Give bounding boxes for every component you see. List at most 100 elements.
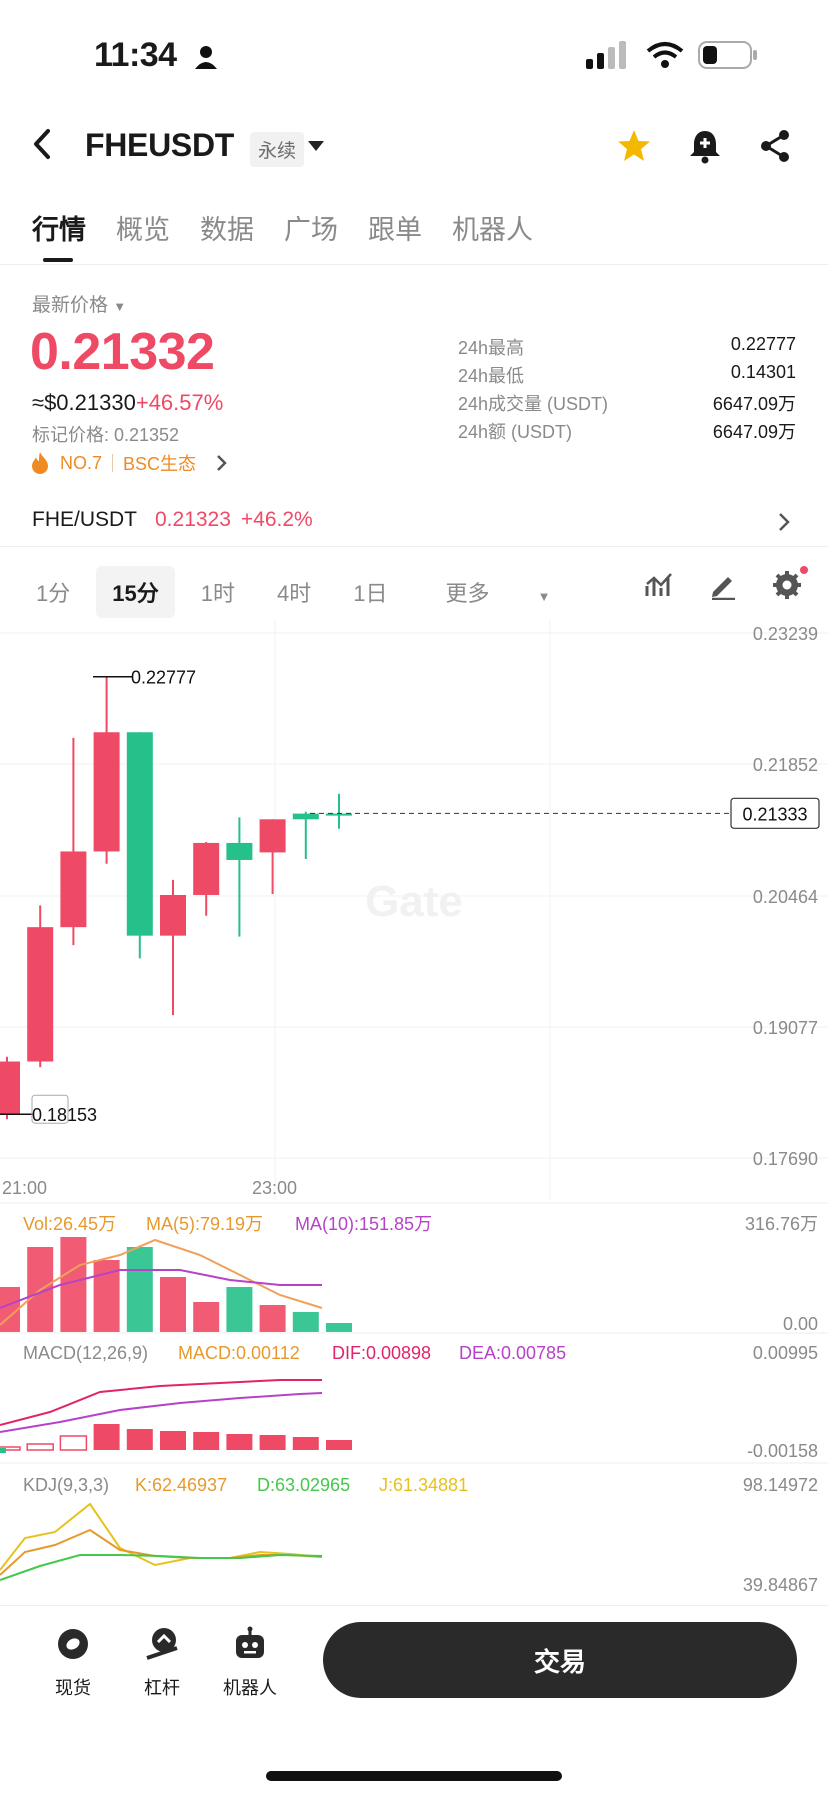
stats-panel: 24h最高 0.22777 24h最低 0.14301 24h成交量 (USDT) 6… <box>458 334 796 446</box>
chevron-down-icon[interactable] <box>308 141 324 151</box>
candle-body <box>60 851 87 928</box>
stat-row: 24h额 (USDT) 6647.09万 <box>458 418 796 446</box>
nav-spot[interactable]: 现货 <box>33 1622 113 1700</box>
macd-histogram-bar <box>226 1434 253 1450</box>
kdj-max-label: 98.14972 <box>743 1475 818 1495</box>
usd-price-line: ≈$0.21330+46.57% <box>32 390 223 416</box>
spot-price: 0.21323 <box>155 508 231 531</box>
macd-dif-label: DIF:0.00898 <box>332 1343 431 1363</box>
star-icon[interactable] <box>616 128 652 169</box>
candle-body <box>0 1061 20 1115</box>
last-price: 0.21332 <box>30 323 215 381</box>
tab-copytrade[interactable]: 跟单 <box>368 208 422 247</box>
volume-ma10-label: MA(10):151.85万 <box>295 1214 432 1234</box>
y-tick-label: 0.23239 <box>753 624 818 644</box>
macd-dea-label: DEA:0.00785 <box>459 1343 566 1363</box>
candle-body <box>93 732 120 852</box>
chart-tools <box>644 566 808 605</box>
robot-icon <box>236 1626 264 1658</box>
rank-tag: NO.7 <box>60 452 103 473</box>
indicator-icon[interactable] <box>644 570 674 600</box>
volume-bar <box>226 1287 253 1332</box>
main-tabs: 行情 概览 数据 广场 跟单 机器人 <box>32 208 533 262</box>
mark-price: 标记价格: 0.21352 <box>32 425 180 445</box>
candle-body <box>226 842 253 860</box>
notification-dot <box>800 566 808 574</box>
volume-min-label: 0.00 <box>783 1314 818 1334</box>
chevron-right-icon[interactable] <box>776 512 792 537</box>
kdj-j-line <box>0 1502 323 1571</box>
settings-button[interactable] <box>772 566 808 605</box>
divider <box>112 454 114 472</box>
volume-bar <box>193 1302 220 1332</box>
eco-tag: BSC生态 <box>123 454 197 474</box>
tab-market[interactable]: 行情 <box>32 208 86 262</box>
interval-15m[interactable]: 15分 <box>96 566 175 618</box>
volume-bar <box>292 1312 319 1332</box>
macd-histogram-bar <box>0 1448 6 1453</box>
current-price-value: 0.21333 <box>742 804 807 824</box>
spot-change: +46.2% <box>240 508 313 531</box>
interval-more[interactable]: 更多 ▼ <box>413 566 592 618</box>
y-tick-label: 0.21852 <box>753 755 818 775</box>
volume-bar <box>326 1323 352 1332</box>
nav-bot[interactable]: 机器人 <box>210 1622 290 1700</box>
stat-value: 6647.09万 <box>712 394 796 414</box>
trade-button[interactable]: 交易 <box>323 1622 797 1698</box>
tab-data[interactable]: 数据 <box>200 208 254 247</box>
interval-1h[interactable]: 1时 <box>185 566 251 618</box>
macd-histogram-bar <box>126 1429 153 1450</box>
stat-value: 0.22777 <box>730 334 796 354</box>
interval-1m[interactable]: 1分 <box>20 566 86 618</box>
macd-min-label: -0.00158 <box>747 1441 818 1461</box>
status-icons <box>586 40 758 70</box>
share-icon[interactable] <box>758 128 792 169</box>
wifi-icon <box>646 42 684 68</box>
stat-label: 24h最高 <box>458 338 525 358</box>
spot-pair-row[interactable]: FHE/USDT 0.21323 +46.2% <box>32 508 313 532</box>
fire-icon <box>32 452 48 474</box>
stat-row: 24h最高 0.22777 <box>458 334 796 362</box>
volume-bar <box>160 1277 186 1332</box>
volume-bar <box>259 1305 286 1332</box>
tab-overview[interactable]: 概览 <box>116 208 170 247</box>
alert-bell-icon[interactable] <box>688 128 722 169</box>
latest-price-dropdown[interactable]: 最新价格 ▼ <box>32 290 126 317</box>
home-indicator[interactable] <box>266 1771 562 1781</box>
stat-label: 24h最低 <box>458 366 525 386</box>
macd-value-label: MACD:0.00112 <box>178 1343 300 1363</box>
person-icon <box>193 44 219 75</box>
pair-title[interactable]: FHEUSDT <box>85 127 234 164</box>
y-tick-label: 0.20464 <box>753 887 818 907</box>
stat-label: 24h成交量 (USDT) <box>458 394 609 414</box>
cellular-icon <box>586 41 626 69</box>
interval-bar: 1分 15分 1时 4时 1日 更多 ▼ <box>20 566 603 618</box>
candle-body <box>259 819 286 853</box>
kdj-k-label: K:62.46937 <box>135 1475 227 1495</box>
leverage-icon <box>146 1628 178 1660</box>
y-tick-label: 0.19077 <box>753 1018 818 1038</box>
interval-1d[interactable]: 1日 <box>337 566 403 618</box>
tab-bot[interactable]: 机器人 <box>452 208 533 247</box>
coin-icon <box>58 1629 88 1659</box>
volume-bar <box>126 1247 153 1332</box>
tab-square[interactable]: 广场 <box>284 208 338 247</box>
kdj-j-label: J:61.34881 <box>379 1475 468 1495</box>
macd-histogram-bar <box>26 1443 54 1451</box>
stat-row: 24h成交量 (USDT) 6647.09万 <box>458 390 796 418</box>
interval-4h[interactable]: 4时 <box>261 566 327 618</box>
draw-pen-icon[interactable] <box>708 570 738 600</box>
candle-body <box>27 927 54 1062</box>
y-tick-label: 0.17690 <box>753 1149 818 1169</box>
status-time: 11:34 <box>94 36 177 74</box>
battery-icon <box>698 41 757 69</box>
back-button[interactable] <box>26 126 62 162</box>
nav-lever[interactable]: 杠杆 <box>122 1622 202 1700</box>
price-change: +46.57% <box>135 390 224 415</box>
tag-line[interactable]: NO.7 BSC生态 <box>30 450 230 476</box>
stat-row: 24h最低 0.14301 <box>458 362 796 390</box>
candlestick-chart[interactable]: Gate 0.23239 0.21852 0.20464 0.19077 0.17690 0… <box>0 620 828 1620</box>
macd-histogram-bar <box>160 1431 186 1450</box>
candle-body <box>160 894 186 936</box>
spot-pair: FHE/USDT <box>32 508 137 531</box>
